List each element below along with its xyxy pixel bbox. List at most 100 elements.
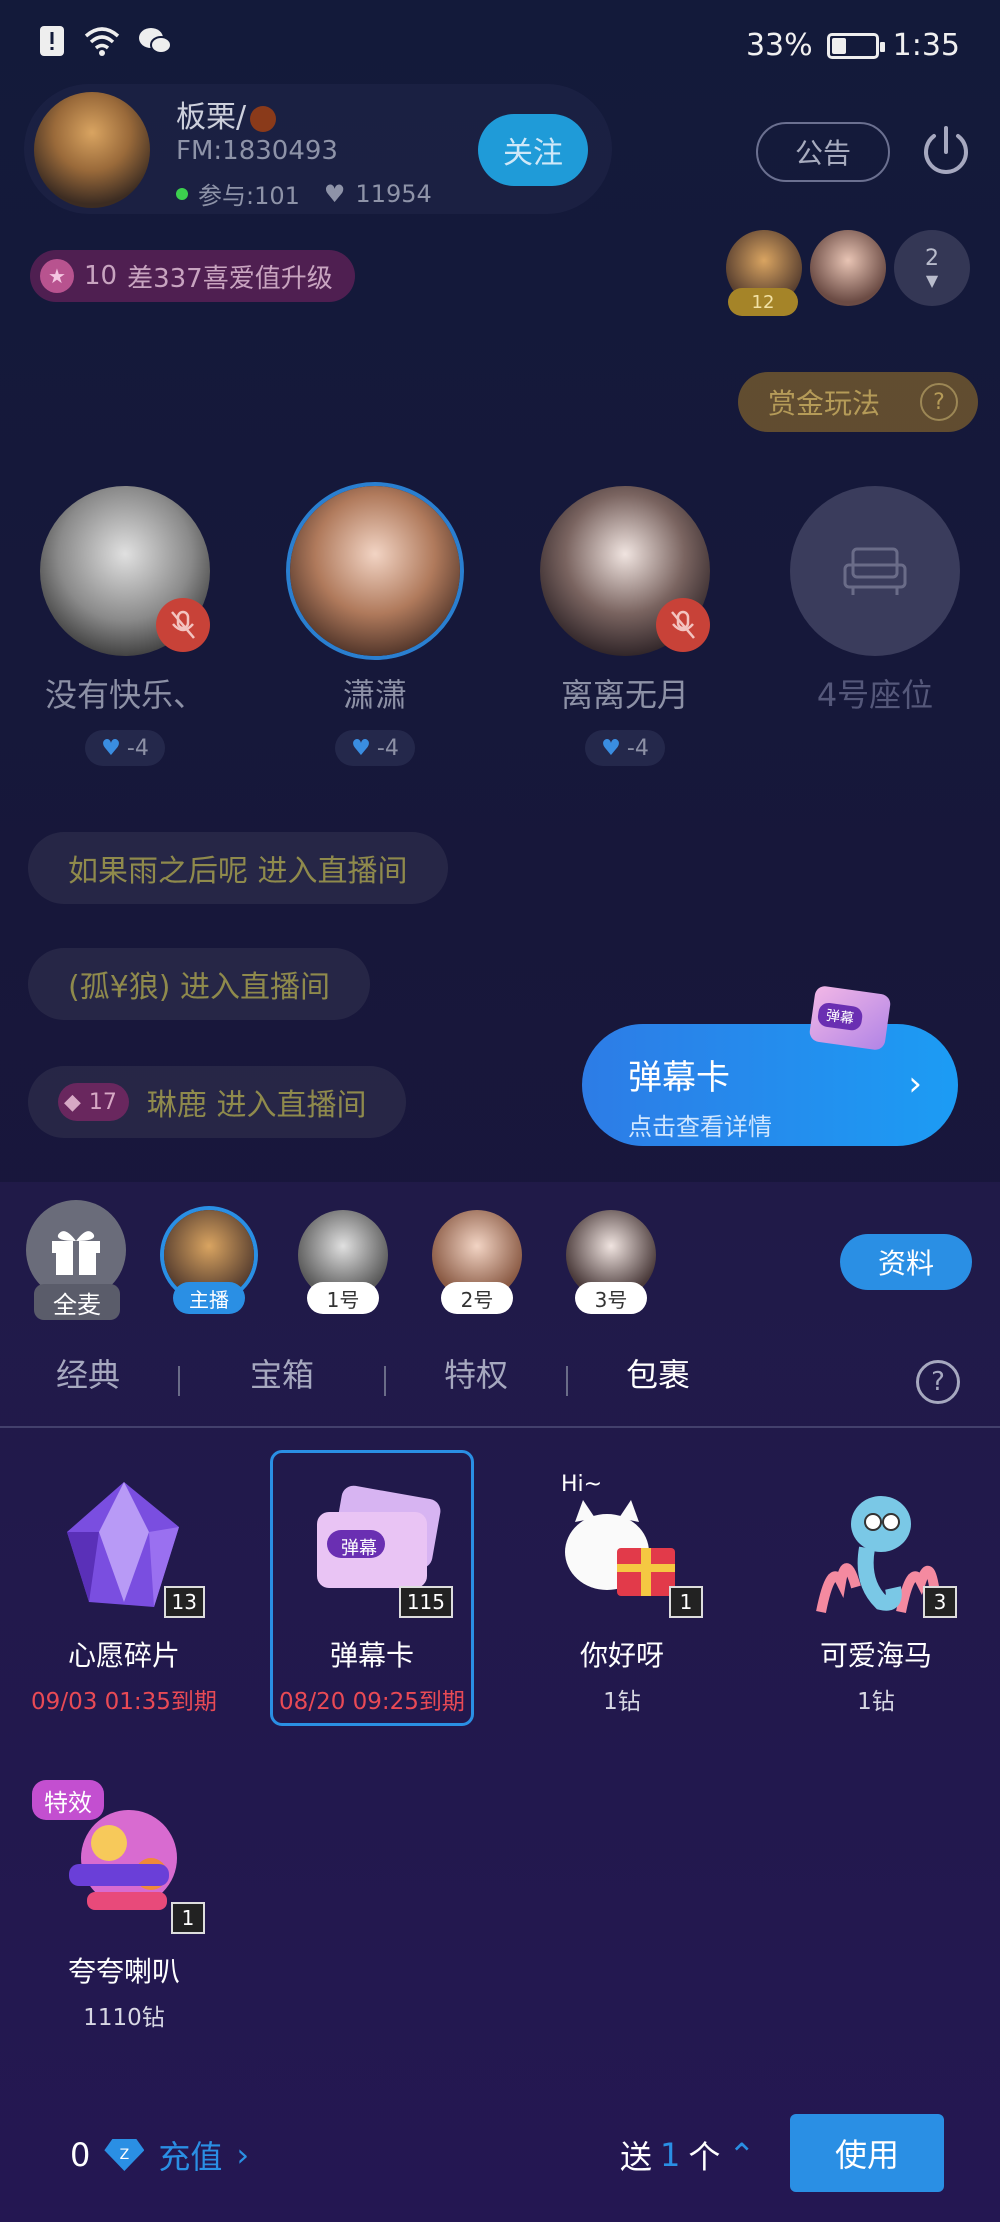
online-dot-icon — [176, 187, 188, 200]
level-number: 10 — [84, 261, 118, 291]
wifi-icon — [84, 27, 120, 56]
host-name: 板栗/ — [176, 92, 277, 136]
danmaku-card-promo[interactable]: 弹幕卡 点击查看详情 › — [582, 1024, 958, 1146]
gift-target-seat-2[interactable]: 2号 — [432, 1210, 522, 1314]
mic-seat-4[interactable]: 4号座位 — [790, 486, 960, 716]
item-count: 115 — [398, 1586, 453, 1618]
send-label: 送 — [620, 2138, 653, 2176]
tab-privilege[interactable]: 特权 — [444, 1350, 508, 1396]
help-icon[interactable]: ? — [916, 1360, 960, 1404]
chevron-up-icon: ⌃ — [728, 2136, 756, 2174]
battery-percent: 33% — [745, 28, 813, 63]
chevron-right-icon[interactable]: › — [236, 2136, 249, 2174]
notice-button[interactable]: 公告 — [756, 122, 890, 182]
item-price: 1钻 — [603, 1689, 641, 1715]
alert-icon — [40, 26, 64, 56]
host-stats: 参与:101 ♥ 11954 — [176, 176, 432, 211]
mic-seat-1[interactable]: 没有快乐、 ♥ -4 — [40, 486, 210, 766]
seat-name: 4号座位 — [816, 676, 934, 714]
target-tag: 主播 — [173, 1282, 245, 1314]
item-name: 弹幕卡 — [329, 1639, 414, 1672]
battery-fill — [831, 37, 847, 54]
send-unit: 个 — [688, 2138, 721, 2176]
item-count: 13 — [163, 1586, 205, 1618]
all-mic-label: 全麦 — [34, 1284, 120, 1320]
chevron-right-icon: › — [908, 1064, 922, 1104]
send-count-value: 1 — [660, 2136, 681, 2174]
heart-icon: ♥ — [323, 179, 346, 208]
gift-target-seat-1[interactable]: 1号 — [298, 1210, 388, 1314]
mic-seat-3[interactable]: 离离无月 ♥ -4 — [540, 486, 710, 766]
use-button[interactable]: 使用 — [790, 2114, 944, 2192]
danmaku-card-icon: 弹幕 115 — [297, 1472, 453, 1622]
tab-separator — [566, 1366, 568, 1396]
participants-count: 参与:101 — [198, 182, 300, 210]
audience-level-badge: 12 — [728, 288, 798, 316]
heart-icon: ♥ — [601, 735, 621, 761]
balance-value: 0 — [70, 2136, 91, 2174]
item-name: 可爱海马 — [819, 1639, 932, 1672]
power-icon[interactable] — [916, 122, 976, 182]
audience-avatar[interactable] — [810, 230, 886, 306]
status-bar: 33% 1:35 — [0, 0, 1000, 90]
seat-avatar[interactable] — [540, 486, 710, 656]
gift-target-seat-3[interactable]: 3号 — [566, 1210, 656, 1314]
gift-item-wish-shard[interactable]: 13 心愿碎片 09/03 01:35到期 — [24, 1472, 224, 1716]
battery-icon — [826, 32, 885, 59]
recharge-link[interactable]: 充值 — [158, 2132, 222, 2178]
gift-target-host[interactable]: 主播 — [164, 1210, 254, 1314]
item-count: 1 — [171, 1902, 205, 1934]
item-image-label: Hi~ — [561, 1472, 603, 1497]
audience-count-button[interactable]: 2 ▼ — [894, 230, 970, 306]
target-tag: 3号 — [575, 1282, 647, 1314]
gift-item-seahorse[interactable]: 3 可爱海马 1钻 — [776, 1472, 976, 1716]
tab-classic[interactable]: 经典 — [56, 1350, 120, 1396]
help-icon[interactable]: ? — [920, 383, 959, 421]
send-count-selector[interactable]: 送 1 个 ⌃ — [620, 2132, 755, 2178]
user-level-badge: ◆ 17 — [58, 1083, 129, 1121]
gift-icon — [52, 1231, 100, 1275]
seat-name: 潇潇 — [342, 676, 407, 714]
cat-gift-icon: Hi~ 1 — [547, 1472, 703, 1622]
diamond-icon: ◆ — [64, 1089, 81, 1115]
level-badge[interactable]: ★ 10 差337喜爱值升级 — [30, 250, 355, 302]
level-progress-text: 差337喜爱值升级 — [127, 263, 333, 294]
chat-message: ◆ 17 琳鹿 进入直播间 — [28, 1066, 407, 1138]
seat-heart-badge: ♥ -4 — [335, 730, 415, 766]
gift-item-praise-horn[interactable]: 1 夸夸喇叭 1110钻 — [24, 1788, 224, 2032]
likes-count: 11954 — [355, 179, 432, 208]
target-tag: 1号 — [307, 1282, 379, 1314]
seat-heart-badge: ♥ -4 — [585, 730, 665, 766]
divider — [0, 1426, 1000, 1428]
seat-heart-badge: ♥ -4 — [85, 730, 165, 766]
follow-button[interactable]: 关注 — [478, 114, 588, 186]
diamond-icon: Z — [104, 2139, 145, 2171]
gift-item-danmaku-card[interactable]: 弹幕 115 弹幕卡 08/20 09:25到期 — [272, 1472, 472, 1716]
host-avatar[interactable] — [34, 92, 150, 208]
profile-button[interactable]: 资料 — [840, 1234, 972, 1290]
wechat-icon — [139, 28, 172, 54]
seahorse-icon: 3 — [801, 1472, 957, 1622]
seat-avatar[interactable] — [290, 486, 460, 656]
target-tag: 2号 — [441, 1282, 513, 1314]
tab-backpack[interactable]: 包裹 — [626, 1350, 690, 1396]
empty-seat[interactable] — [790, 486, 960, 656]
item-price: 1钻 — [857, 1689, 895, 1715]
tab-separator — [384, 1366, 386, 1396]
item-name: 心愿碎片 — [67, 1639, 180, 1672]
seat-avatar[interactable] — [40, 486, 210, 656]
danmaku-card-icon: 弹幕 — [808, 984, 892, 1052]
mic-seat-2[interactable]: 潇潇 ♥ -4 — [290, 486, 460, 766]
item-price: 1110钻 — [83, 2005, 165, 2031]
special-effect-tag: 特效 — [32, 1780, 104, 1820]
chevron-down-icon: ▼ — [925, 271, 939, 290]
item-name: 你好呀 — [579, 1639, 664, 1672]
item-count: 1 — [669, 1586, 703, 1618]
chestnut-icon — [250, 105, 277, 132]
item-expiry: 08/20 09:25到期 — [279, 1689, 465, 1715]
gift-item-hello[interactable]: Hi~ 1 你好呀 1钻 — [522, 1472, 722, 1716]
tab-treasure[interactable]: 宝箱 — [250, 1350, 314, 1396]
bounty-play-button[interactable]: 赏金玩法 ? — [738, 372, 978, 432]
tab-separator — [178, 1366, 180, 1396]
status-icons-left — [40, 24, 172, 58]
